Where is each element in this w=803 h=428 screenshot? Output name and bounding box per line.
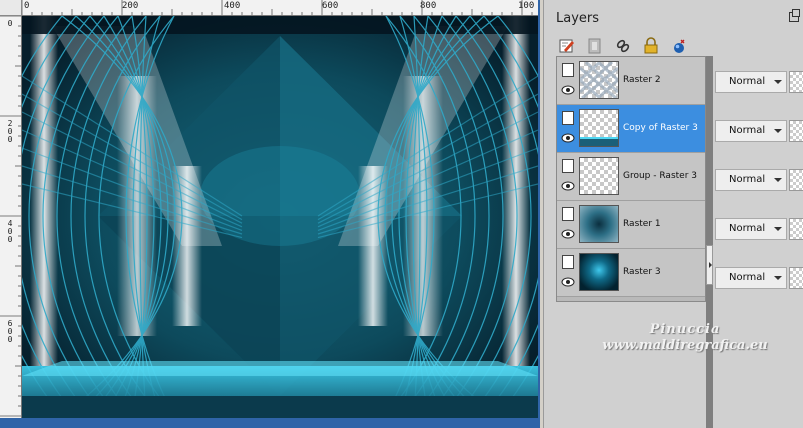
chevron-down-icon: [774, 129, 782, 133]
new-layer-icon[interactable]: [668, 35, 690, 57]
lock-icon[interactable]: [640, 35, 662, 57]
layer-row-group-raster-3[interactable]: Group - Raster 3: [557, 153, 705, 201]
watermark-url: www.maldiregrafica.eu: [602, 338, 768, 353]
watermark-name: Pinuccia: [649, 322, 721, 337]
blend-mode-value: Normal: [729, 76, 766, 87]
eye-icon[interactable]: [561, 85, 575, 95]
layer-name: Raster 1: [623, 219, 661, 229]
panel-collapse-handle[interactable]: [706, 245, 713, 285]
page-icon[interactable]: [562, 63, 574, 77]
layer-thumbnail: [579, 109, 619, 147]
layer-row-raster-2[interactable]: Raster 2: [557, 57, 705, 105]
layer-thumbnail: [579, 61, 619, 99]
horizontal-scrollbar[interactable]: [0, 418, 540, 428]
layer-visibility-column: [557, 105, 577, 152]
layer-list-divider[interactable]: [706, 56, 713, 428]
image-window: 0 200 400 600 800 100 0 200 400 600: [0, 0, 540, 428]
opacity-swatch[interactable]: [789, 218, 803, 240]
link-icon[interactable]: [612, 35, 634, 57]
chevron-down-icon: [774, 276, 782, 280]
layers-toolbar: [556, 35, 690, 57]
blend-mode-value: Normal: [729, 174, 766, 185]
canvas-artwork[interactable]: [22, 16, 538, 418]
opacity-swatch[interactable]: [789, 71, 803, 93]
watermark: Pinuccia www.maldiregrafica.eu: [585, 322, 785, 353]
layer-name: Group - Raster 3: [623, 171, 697, 181]
eye-icon[interactable]: [561, 229, 575, 239]
vertical-scrollbar[interactable]: [538, 0, 540, 428]
layer-thumbnail: [579, 253, 619, 291]
layer-thumbnail: [579, 205, 619, 243]
page-icon[interactable]: [562, 255, 574, 269]
blend-mode-value: Normal: [729, 272, 766, 283]
ruler-left: 0 200 400 600: [0, 16, 22, 418]
layer-row-raster-1[interactable]: Raster 1: [557, 201, 705, 249]
layer-list: Raster 2 Copy of Raster 3 Group - Raster…: [556, 56, 706, 302]
layer-visibility-column: [557, 201, 577, 248]
page-icon[interactable]: [562, 111, 574, 125]
blend-mode-select[interactable]: Normal: [715, 218, 787, 240]
blend-mode-value: Normal: [729, 223, 766, 234]
layer-thumbnail: [579, 157, 619, 195]
layer-visibility-column: [557, 57, 577, 104]
artwork-image: [22, 16, 538, 418]
layer-name: Copy of Raster 3: [623, 123, 698, 133]
layer-visibility-column: [557, 249, 577, 296]
opacity-swatch[interactable]: [789, 267, 803, 289]
panel-title: Layers: [556, 11, 600, 26]
blend-mode-value: Normal: [729, 125, 766, 136]
eye-icon[interactable]: [561, 181, 575, 191]
chevron-down-icon: [774, 178, 782, 182]
opacity-swatch[interactable]: [789, 120, 803, 142]
blend-mode-select[interactable]: Normal: [715, 120, 787, 142]
ruler-top: 0 200 400 600 800 100: [22, 0, 538, 16]
blend-mode-select[interactable]: Normal: [715, 267, 787, 289]
layer-row-copy-of-raster-3[interactable]: Copy of Raster 3: [557, 105, 705, 153]
page-icon[interactable]: [562, 159, 574, 173]
ruler-corner: [0, 0, 22, 16]
chevron-down-icon: [774, 80, 782, 84]
opacity-swatch[interactable]: [789, 169, 803, 191]
blend-mode-select[interactable]: Normal: [715, 169, 787, 191]
ruler-top-ticks: [22, 0, 533, 15]
eye-icon[interactable]: [561, 133, 575, 143]
ruler-left-ticks: [0, 16, 21, 417]
restore-window-icon[interactable]: [789, 9, 800, 22]
page-icon[interactable]: [562, 207, 574, 221]
mask-icon[interactable]: [584, 35, 606, 57]
layer-visibility-column: [557, 153, 577, 200]
chevron-down-icon: [774, 227, 782, 231]
layer-name: Raster 2: [623, 75, 661, 85]
layers-panel: Layers Raster 2 Copy of Raster 3 Group -…: [543, 0, 803, 428]
eye-icon[interactable]: [561, 277, 575, 287]
layer-name: Raster 3: [623, 267, 661, 277]
layer-row-raster-3[interactable]: Raster 3: [557, 249, 705, 297]
blend-mode-select[interactable]: Normal: [715, 71, 787, 93]
edit-properties-icon[interactable]: [556, 35, 578, 57]
